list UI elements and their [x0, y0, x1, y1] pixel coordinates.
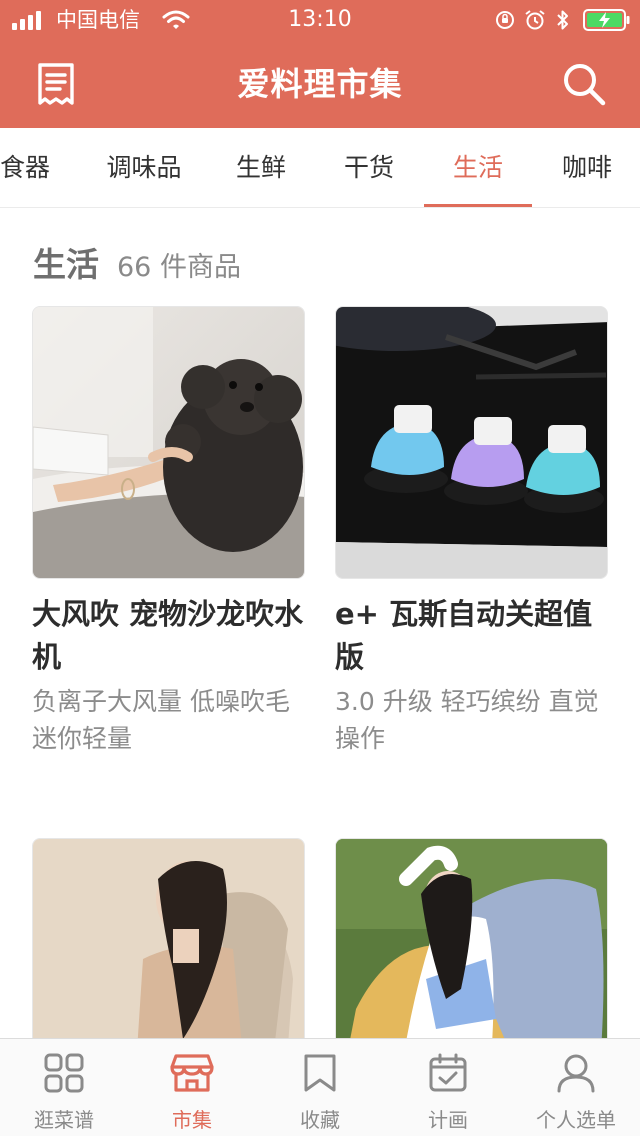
tabbar-item-plan[interactable]: 计画 — [384, 1039, 512, 1136]
product-image-pet-dryer — [32, 306, 305, 579]
product-card[interactable]: 大风吹 宠物沙龙吹水机 负离子大风量 低噪吹毛 迷你轻量 — [32, 306, 305, 757]
product-count: 66 件商品 — [117, 252, 241, 283]
tab-tableware[interactable]: 食器 — [0, 128, 56, 207]
grid-icon — [44, 1053, 84, 1093]
orientation-lock-icon — [496, 11, 514, 29]
tabbar-label: 逛菜谱 — [34, 1108, 94, 1132]
search-button[interactable] — [554, 54, 614, 114]
bluetooth-icon — [557, 10, 568, 30]
calendar-icon — [429, 1053, 467, 1092]
product-card[interactable]: e+ 瓦斯自动关超值版 3.0 升级 轻巧缤纷 直觉操作 — [335, 306, 608, 757]
tabbar-label: 收藏 — [300, 1108, 340, 1132]
section-title: 生活 — [33, 245, 99, 284]
tabbar-label: 市集 — [172, 1108, 212, 1132]
bookmark-icon — [304, 1054, 336, 1092]
tabbar-item-favorites[interactable]: 收藏 — [256, 1039, 384, 1136]
alarm-icon — [525, 10, 545, 30]
section-heading: 生活 66 件商品 — [33, 238, 241, 288]
app-screen: 中国电信 13:10 爱料理市集 食器 调味品 生鲜 干货 生活 咖啡 生活 6… — [0, 0, 640, 1136]
status-bar: 中国电信 13:10 — [0, 0, 640, 40]
tab-fresh[interactable]: 生鲜 — [222, 128, 300, 207]
page-title: 爱料理市集 — [237, 65, 403, 103]
product-image-gas-shutoff — [335, 306, 608, 579]
user-icon — [557, 1054, 595, 1093]
receipt-icon — [38, 63, 74, 105]
product-desc: 3.0 升级 轻巧缤纷 直觉操作 — [335, 687, 599, 753]
tabbar-label: 计画 — [428, 1108, 468, 1132]
app-header: 中国电信 13:10 爱料理市集 — [0, 0, 640, 128]
tab-living[interactable]: 生活 — [424, 128, 532, 207]
store-icon — [170, 1054, 214, 1092]
battery-icon — [583, 9, 630, 31]
tab-seasoning[interactable]: 调味品 — [92, 128, 196, 207]
product-title: 大风吹 宠物沙龙吹水机 — [32, 597, 304, 674]
tabbar-item-market[interactable]: 市集 — [128, 1039, 256, 1136]
receipt-button[interactable] — [26, 54, 86, 114]
tabbar-label: 个人选单 — [536, 1108, 616, 1132]
tab-coffee[interactable]: 咖啡 — [548, 128, 626, 207]
product-desc: 负离子大风量 低噪吹毛 迷你轻量 — [32, 687, 290, 753]
search-icon — [564, 64, 606, 106]
product-title: e+ 瓦斯自动关超值版 — [335, 597, 593, 674]
tabbar-item-recipes[interactable]: 逛菜谱 — [0, 1039, 128, 1136]
category-tabs: 食器 调味品 生鲜 干货 生活 咖啡 — [0, 128, 640, 208]
bottom-tab-bar: 逛菜谱 市集 收藏 计画 个人选单 — [0, 1038, 640, 1136]
tabbar-item-profile[interactable]: 个人选单 — [512, 1039, 640, 1136]
tab-dry-goods[interactable]: 干货 — [330, 128, 408, 207]
nav-bar: 爱料理市集 — [0, 40, 640, 128]
